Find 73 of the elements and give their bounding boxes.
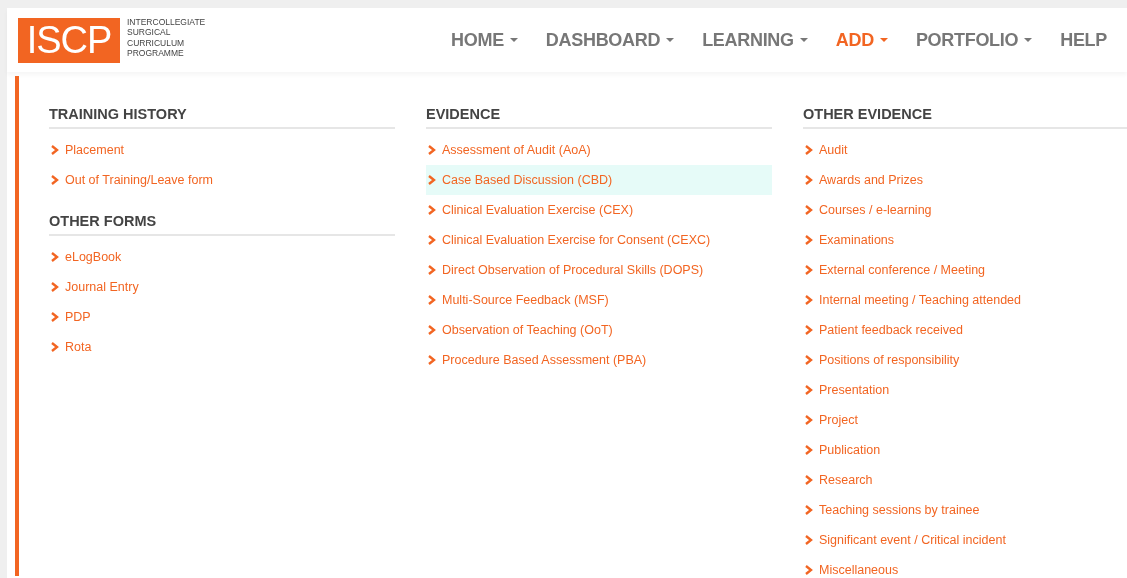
menu-link[interactable]: Clinical Evaluation Exercise (CEX) (426, 195, 772, 225)
menu-link[interactable]: Clinical Evaluation Exercise for Consent (CEXC) (426, 225, 772, 255)
menu-link[interactable]: Direct Observation of Procedural Skills (DOPS) (426, 255, 772, 285)
logo-text: CURRICULUM (127, 37, 186, 48)
menu-link[interactable]: Examinations (803, 225, 1127, 255)
logo-mark[interactable]: ISCP (18, 17, 120, 63)
menu-link[interactable]: Awards and Prizes (803, 165, 1127, 195)
logo-text: PROGRAMME (127, 48, 185, 59)
chevron-icon (805, 295, 813, 305)
menu-link[interactable]: External conference / Meeting (803, 255, 1127, 285)
chevron-icon (51, 252, 59, 262)
menu-link[interactable]: PDP (49, 302, 395, 332)
chevron-icon (428, 205, 436, 215)
chevron-icon (428, 325, 436, 335)
menu-link[interactable]: Observation of Teaching (OoT) (426, 315, 772, 345)
chevron-icon (805, 535, 813, 545)
chevron-icon (805, 355, 813, 365)
menu-link[interactable]: Journal Entry (49, 272, 395, 302)
nav-tab[interactable]: HOME (437, 29, 532, 51)
menu-link[interactable]: Audit (803, 135, 1127, 165)
chevron-icon (51, 282, 59, 292)
chevron-icon (805, 565, 813, 575)
chevron-icon (51, 342, 59, 352)
nav-tab[interactable]: HELP (1046, 29, 1121, 51)
menu-link[interactable]: Significant event / Critical incident (803, 525, 1127, 555)
nav-tab[interactable]: ADD (821, 29, 902, 51)
chevron-icon (428, 265, 436, 275)
section-heading: EVIDENCE (426, 106, 772, 129)
section-heading: OTHER FORMS (49, 213, 395, 236)
menu-link[interactable]: Rota (49, 332, 395, 362)
chevron-icon (51, 312, 59, 322)
logo-text: INTERCOLLEGIATE (127, 16, 206, 27)
menu-link[interactable]: Presentation (803, 375, 1127, 405)
section-heading: TRAINING HISTORY (49, 106, 395, 129)
nav-tab[interactable]: DASHBOARD (531, 29, 689, 51)
menu-link[interactable]: Patient feedback received (803, 315, 1127, 345)
chevron-icon (51, 175, 59, 185)
chevron-icon (805, 145, 813, 155)
chevron-icon (428, 295, 436, 305)
menu-link[interactable]: Placement (49, 135, 395, 165)
menu-link[interactable]: Research (803, 465, 1127, 495)
chevron-icon (428, 355, 436, 365)
menu-link[interactable]: Multi-Source Feedback (MSF) (426, 285, 772, 315)
menu-link[interactable]: Out of Training/Leave form (49, 165, 395, 195)
nav-tab[interactable]: LEARNING (688, 29, 822, 51)
menu-link[interactable]: Procedure Based Assessment (PBA) (426, 345, 772, 375)
chevron-icon (805, 325, 813, 335)
menu-link[interactable]: Positions of responsibility (803, 345, 1127, 375)
menu-link[interactable]: Assessment of Audit (AoA) (426, 135, 772, 165)
menu-link[interactable]: Miscellaneous (803, 555, 1127, 578)
menu-link[interactable]: Publication (803, 435, 1127, 465)
chevron-icon (428, 175, 436, 185)
chevron-icon (805, 265, 813, 275)
chevron-icon (428, 235, 436, 245)
chevron-icon (805, 475, 813, 485)
chevron-icon (805, 205, 813, 215)
menu-link[interactable]: Project (803, 405, 1127, 435)
menu-link[interactable]: Teaching sessions by trainee (803, 495, 1127, 525)
menu-link[interactable]: eLogBook (49, 242, 395, 272)
chevron-icon (805, 175, 813, 185)
menu-link[interactable]: Case Based Discussion (CBD) (426, 165, 772, 195)
chevron-icon (51, 145, 59, 155)
chevron-icon (805, 445, 813, 455)
chevron-icon (805, 385, 813, 395)
chevron-icon (428, 145, 436, 155)
section-heading: OTHER EVIDENCE (803, 106, 1127, 129)
chevron-icon (805, 505, 813, 515)
chevron-icon (805, 235, 813, 245)
chevron-icon (805, 415, 813, 425)
nav-tab[interactable]: PORTFOLIO (901, 29, 1047, 51)
menu-link[interactable]: Internal meeting / Teaching attended (803, 285, 1127, 315)
logo-text: SURGICAL (127, 27, 172, 38)
menu-link[interactable]: Courses / e-learning (803, 195, 1127, 225)
